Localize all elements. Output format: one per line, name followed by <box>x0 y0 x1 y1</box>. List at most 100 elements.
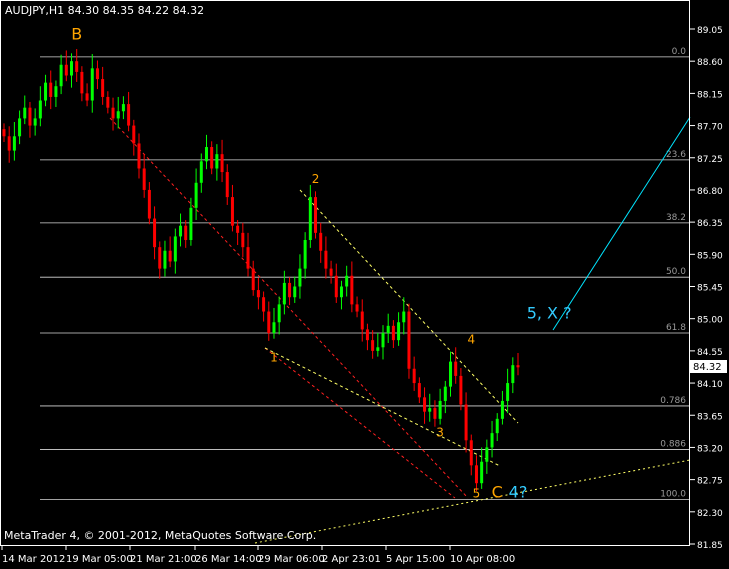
candle-body-8 <box>44 82 48 101</box>
candle-body-57 <box>298 268 302 287</box>
candle-body-44 <box>230 197 234 226</box>
candle-body-64 <box>334 275 338 298</box>
candle-body-29 <box>153 218 157 248</box>
fib-label-7: 100.0 <box>660 490 686 500</box>
candle-body-88 <box>459 375 463 405</box>
candle-body-22 <box>116 111 120 119</box>
y-tick-label-10: 84.55 <box>697 348 723 358</box>
y-tick-label-1: 88.60 <box>697 58 723 68</box>
symbol-header: AUDJPY,H1 84.30 84.35 84.22 84.32 <box>5 4 204 17</box>
candle-body-67 <box>350 275 354 305</box>
wave-label-7: 4? <box>509 483 528 502</box>
x-tick-label-2: 21 Mar 21:00 <box>130 554 197 565</box>
fib-label-1: 23.6 <box>666 150 686 160</box>
wave-label-2: 2 <box>312 172 320 186</box>
candle-body-66 <box>345 275 349 287</box>
y-tick-label-16: 81.85 <box>697 541 723 551</box>
candle-body-7 <box>38 100 42 119</box>
candle-body-28 <box>147 189 151 219</box>
candle-body-68 <box>355 304 359 312</box>
candle-body-14 <box>75 61 79 72</box>
candle-body-65 <box>339 286 343 298</box>
candle-body-47 <box>246 247 250 269</box>
candle-body-69 <box>360 311 364 330</box>
candle-body-34 <box>179 225 183 237</box>
candle-body-26 <box>137 143 141 169</box>
candle-body-11 <box>59 64 63 87</box>
y-tick-label-3: 87.70 <box>697 123 723 133</box>
wave-label-6: C <box>492 483 503 502</box>
candle-body-92 <box>480 461 484 484</box>
candle-body-0 <box>2 129 6 137</box>
candle-body-51 <box>267 311 271 333</box>
candle-body-46 <box>241 232 245 248</box>
fib-label-4: 61.8 <box>666 323 686 333</box>
candle-body-98 <box>511 365 515 384</box>
candle-body-75 <box>391 325 395 341</box>
y-tick-label-13: 83.20 <box>697 444 723 454</box>
candle-body-60 <box>314 197 318 233</box>
candle-body-78 <box>407 311 411 369</box>
candle-body-99 <box>516 365 520 368</box>
candle-body-24 <box>127 104 131 126</box>
candle-body-45 <box>236 225 240 233</box>
candle-body-63 <box>329 268 333 276</box>
candle-body-35 <box>184 225 188 241</box>
candle-body-52 <box>272 322 276 333</box>
x-tick-label-4: 29 Mar 06:00 <box>258 554 325 565</box>
candle-body-2 <box>12 136 16 151</box>
wave-label-0: B <box>71 25 82 44</box>
candle-body-3 <box>18 118 22 137</box>
candle-body-41 <box>215 154 219 169</box>
x-tick-label-1: 19 Mar 05:00 <box>66 554 133 565</box>
candle-body-86 <box>449 361 453 387</box>
candle-body-80 <box>417 383 421 398</box>
candle-body-33 <box>173 236 177 262</box>
candle-body-62 <box>324 250 328 269</box>
fib-label-6: 0.886 <box>660 440 686 450</box>
y-tick-label-9: 85.00 <box>697 316 723 326</box>
candle-body-84 <box>438 400 442 419</box>
candle-body-16 <box>85 93 89 101</box>
candle-body-36 <box>189 207 193 241</box>
candle-body-19 <box>101 79 105 97</box>
y-tick-label-0: 89.05 <box>697 26 723 36</box>
candle-body-17 <box>90 68 94 101</box>
candle-body-25 <box>132 125 136 144</box>
y-tick-label-7: 85.90 <box>697 251 723 261</box>
candle-body-43 <box>225 172 229 198</box>
candle-body-70 <box>365 329 369 341</box>
candle-body-56 <box>293 286 297 298</box>
price-chart[interactable]: 0.0 23.6 38.2 50.0 61.8 0.786 0.886 100.0 B 1 2 3 4… <box>0 0 729 569</box>
candle-body-18 <box>95 68 99 80</box>
candle-body-50 <box>262 297 266 312</box>
wave-label-8: 5, X ? <box>527 304 572 323</box>
y-tick-label-5: 86.80 <box>697 187 723 197</box>
candle-body-38 <box>199 161 203 183</box>
candle-body-59 <box>308 197 312 241</box>
candle-body-32 <box>168 250 172 262</box>
candle-body-20 <box>106 96 110 108</box>
candle-body-54 <box>282 282 286 305</box>
candle-body-37 <box>194 182 198 208</box>
candle-body-93 <box>485 447 489 462</box>
y-tick-label-15: 82.30 <box>697 509 723 519</box>
copyright-text: MetaTrader 4, © 2001-2012, MetaQuotes So… <box>4 529 316 542</box>
candle-body-77 <box>402 311 406 323</box>
candle-body-89 <box>464 404 468 441</box>
candle-body-97 <box>506 383 510 401</box>
candle-body-79 <box>412 368 416 384</box>
candle-body-58 <box>303 240 307 269</box>
candle-body-10 <box>54 86 58 97</box>
y-tick-label-14: 82.75 <box>697 477 723 487</box>
y-tick-label-2: 88.15 <box>697 90 723 100</box>
candle-body-71 <box>371 340 375 351</box>
x-tick-label-5: 2 Apr 23:01 <box>322 554 381 565</box>
y-tick-label-11: 84.10 <box>697 380 723 390</box>
wave-label-1: 1 <box>270 351 278 365</box>
current-price-marker: 84.32 <box>690 360 727 373</box>
wave-label-3: 3 <box>436 426 444 440</box>
y-tick-label-12: 83.65 <box>697 412 723 422</box>
candle-body-15 <box>80 71 84 94</box>
candle-body-95 <box>495 418 499 434</box>
